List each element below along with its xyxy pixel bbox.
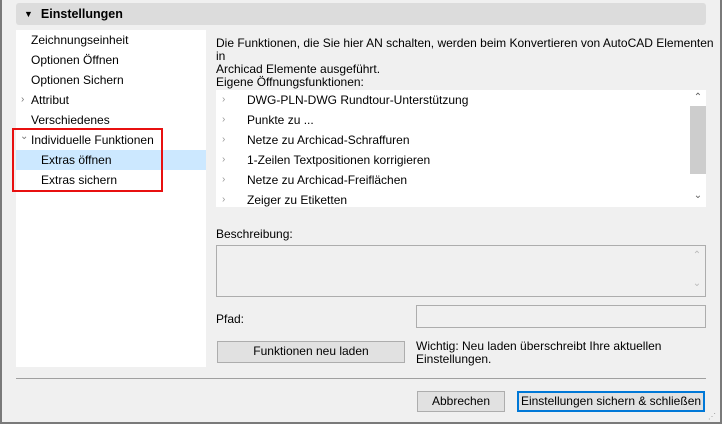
list-item-label: Netze zu Archicad-Freiflächen xyxy=(247,173,408,187)
intro-line: Eigene Öffnungsfunktionen: xyxy=(216,75,364,89)
cancel-button[interactable]: Abbrechen xyxy=(417,391,505,412)
chevron-right-icon[interactable]: › xyxy=(222,130,225,150)
scroll-thumb[interactable] xyxy=(690,106,706,174)
section-title: Einstellungen xyxy=(40,7,123,21)
chevron-right-icon[interactable]: › xyxy=(21,90,24,110)
list-item[interactable]: › Zeiger zu Etiketten xyxy=(216,190,690,207)
section-header-einstellungen[interactable]: ▼ Einstellungen xyxy=(16,3,706,25)
scroll-up-icon[interactable]: ⌃ xyxy=(690,92,706,103)
scroll-down-icon[interactable]: ⌄ xyxy=(689,278,705,289)
tree-item-label: Attribut xyxy=(31,93,70,107)
path-label: Pfad: xyxy=(216,312,245,326)
functions-list: › DWG-PLN-DWG Rundtour-Unterstützung › Pun… xyxy=(216,90,690,207)
tree-item-optionen-oeffnen[interactable]: Optionen Öffnen xyxy=(16,50,206,70)
list-item-label: Netze zu Archicad-Schraffuren xyxy=(247,133,410,147)
save-and-close-button[interactable]: Einstellungen sichern & schließen xyxy=(517,391,705,412)
chevron-right-icon[interactable]: › xyxy=(222,190,225,207)
tree-item-zeichnungseinheit[interactable]: Zeichnungseinheit xyxy=(16,30,206,50)
description-label: Beschreibung: xyxy=(216,227,293,241)
footer-divider xyxy=(16,378,706,379)
collapse-triangle-icon: ▼ xyxy=(24,9,33,19)
chevron-right-icon[interactable]: › xyxy=(222,90,225,110)
list-item[interactable]: › Netze zu Archicad-Schraffuren xyxy=(216,130,690,150)
settings-tree: Zeichnungseinheit Optionen Öffnen Option… xyxy=(16,30,206,367)
list-item[interactable]: › 1-Zeilen Textpositionen korrigieren xyxy=(216,150,690,170)
chevron-right-icon[interactable]: › xyxy=(222,110,225,130)
tree-item-label: Verschiedenes xyxy=(31,113,110,127)
highlight-annotation-box xyxy=(12,128,163,192)
intro-text: Die Funktionen, die Sie hier AN schalten… xyxy=(216,37,722,89)
chevron-right-icon[interactable]: › xyxy=(222,170,225,190)
tree-item-label: Optionen Sichern xyxy=(31,73,124,87)
tree-item-optionen-sichern[interactable]: Optionen Sichern xyxy=(16,70,206,90)
scroll-up-icon[interactable]: ⌃ xyxy=(689,250,705,261)
tree-item-label: Optionen Öffnen xyxy=(31,53,119,67)
list-item-label: Zeiger zu Etiketten xyxy=(247,193,348,207)
reload-note: Wichtig: Neu laden überschreibt Ihre akt… xyxy=(416,340,661,366)
scroll-down-icon[interactable]: ⌄ xyxy=(690,190,706,201)
list-item[interactable]: › Punkte zu ... xyxy=(216,110,690,130)
intro-line: Die Funktionen, die Sie hier AN schalten… xyxy=(216,36,714,63)
tree-item-label: Zeichnungseinheit xyxy=(31,33,129,47)
reload-note-line: Einstellungen. xyxy=(416,352,492,366)
description-field[interactable]: ⌃ ⌄ xyxy=(216,245,706,297)
list-item-label: Punkte zu ... xyxy=(247,113,314,127)
list-item[interactable]: › DWG-PLN-DWG Rundtour-Unterstützung xyxy=(216,90,690,110)
functions-scrollbar[interactable]: ⌃ ⌄ xyxy=(690,90,706,207)
chevron-right-icon[interactable]: › xyxy=(222,150,225,170)
list-item[interactable]: › Netze zu Archicad-Freiflächen xyxy=(216,170,690,190)
path-input[interactable] xyxy=(416,305,706,328)
reload-functions-button[interactable]: Funktionen neu laden xyxy=(217,341,405,363)
resize-grip-icon[interactable]: ⋰ xyxy=(708,412,716,421)
tree-item-verschiedenes[interactable]: Verschiedenes xyxy=(16,110,206,130)
list-item-label: 1-Zeilen Textpositionen korrigieren xyxy=(247,153,431,167)
tree-item-attribut[interactable]: › Attribut xyxy=(16,90,206,110)
list-item-label: DWG-PLN-DWG Rundtour-Unterstützung xyxy=(247,93,469,107)
